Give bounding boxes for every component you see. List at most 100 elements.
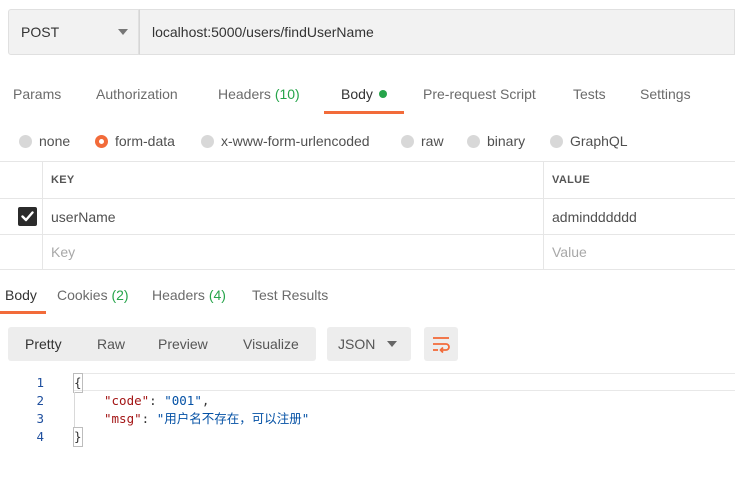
key-column-header: KEY [42, 162, 543, 198]
code-line-1: { [73, 373, 735, 393]
code-line-4: } [73, 427, 83, 447]
radio-circle [19, 134, 32, 148]
radio-binary[interactable]: binary [467, 128, 525, 154]
view-label: Raw [97, 336, 126, 352]
radio-x-www-form-urlencoded[interactable]: x-www-form-urlencoded [201, 128, 370, 154]
method-label: POST [21, 24, 60, 40]
table-row: userName admindddddd [0, 198, 735, 234]
tab-pre-request-script[interactable]: Pre-request Script [423, 74, 536, 114]
radio-label: none [39, 133, 71, 149]
response-tab-body[interactable]: Body [0, 276, 46, 314]
code-line-3: "msg": "用户名不存在，可以注册" [104, 411, 310, 426]
response-tabs: Body Cookies (2) Headers (4) Test Result… [0, 276, 735, 314]
key-cell[interactable]: userName [42, 199, 543, 234]
response-tab-test-results[interactable]: Test Results [252, 276, 328, 314]
form-data-table: KEY VALUE userName admindddddd Key Value [0, 161, 735, 270]
tab-label: Params [13, 86, 62, 102]
line-number: 3 [36, 411, 44, 426]
wrap-lines-button[interactable] [424, 327, 458, 361]
view-mode-segmented: Pretty Raw Preview Visualize [8, 327, 316, 361]
radio-label: binary [487, 133, 526, 149]
new-key-input[interactable]: Key [42, 235, 543, 269]
table-row-new: Key Value [0, 234, 735, 270]
view-visualize-button[interactable]: Visualize [243, 327, 299, 361]
json-string: "用户名不存在，可以注册" [156, 411, 310, 426]
radio-circle [467, 134, 480, 148]
key-placeholder: Key [51, 244, 76, 260]
table-header-row: KEY VALUE [0, 161, 735, 198]
url-input[interactable]: localhost:5000/users/findUserName [139, 9, 735, 55]
tab-label: Cookies [57, 287, 108, 303]
radio-label: raw [421, 133, 444, 149]
json-key: "code" [104, 393, 150, 408]
close-brace: } [73, 427, 83, 447]
tab-authorization[interactable]: Authorization [96, 74, 178, 114]
view-label: Pretty [25, 336, 62, 352]
radio-raw[interactable]: raw [401, 128, 444, 154]
radio-circle [201, 134, 214, 148]
radio-circle [401, 134, 414, 148]
checkmark-icon [21, 211, 34, 222]
chevron-down-icon [387, 341, 397, 347]
body-type-selector: none form-data x-www-form-urlencoded raw… [0, 128, 735, 154]
format-select[interactable]: JSON [327, 327, 411, 361]
tab-tests[interactable]: Tests [573, 74, 606, 114]
tab-label: Settings [640, 86, 691, 102]
key-text: userName [51, 208, 116, 225]
response-view-toolbar: Pretty Raw Preview Visualize JSON [8, 327, 468, 361]
value-cell[interactable]: admindddddd [543, 199, 735, 234]
indent-guide [74, 392, 75, 428]
view-label: Visualize [243, 336, 299, 352]
tab-headers[interactable]: Headers (10) [218, 74, 300, 114]
radio-circle [550, 134, 563, 148]
tab-label: Body [341, 86, 373, 102]
radio-label: GraphQL [570, 133, 628, 149]
method-select[interactable]: POST [8, 9, 139, 55]
code-line-2: "code": "001", [104, 393, 210, 408]
chevron-down-icon [118, 29, 128, 35]
view-pretty-button[interactable]: Pretty [25, 327, 62, 361]
tab-label: Body [5, 287, 37, 303]
row-enabled-checkbox[interactable] [18, 207, 37, 226]
tab-settings[interactable]: Settings [640, 74, 691, 114]
tab-label: Headers [152, 287, 205, 303]
value-placeholder: Value [552, 244, 587, 260]
view-preview-button[interactable]: Preview [158, 327, 208, 361]
tab-body[interactable]: Body [324, 74, 404, 114]
response-headers-count: (4) [208, 287, 226, 303]
tab-label: Pre-request Script [423, 86, 536, 102]
body-indicator-dot [378, 90, 387, 98]
url-text: localhost:5000/users/findUserName [152, 24, 374, 40]
radio-label: form-data [115, 133, 175, 149]
tab-label: Test Results [252, 287, 329, 303]
radio-none[interactable]: none [19, 128, 70, 154]
tab-label: Tests [573, 86, 606, 102]
tab-label: Authorization [96, 86, 178, 102]
open-brace: { [73, 373, 83, 393]
json-comma: , [201, 393, 210, 408]
request-url-bar: POST localhost:5000/users/findUserName [8, 9, 735, 55]
tab-params[interactable]: Params [13, 74, 61, 114]
radio-form-data[interactable]: form-data [95, 128, 175, 154]
format-label: JSON [338, 336, 376, 352]
radio-graphql[interactable]: GraphQL [550, 128, 628, 154]
request-tabs: Params Authorization Headers (10) Body P… [0, 74, 735, 114]
value-text: admindddddd [552, 208, 637, 225]
radio-circle-checked [95, 134, 108, 148]
json-key: "msg" [104, 411, 142, 426]
view-label: Preview [158, 336, 208, 352]
line-number: 2 [36, 393, 44, 408]
headers-count: (10) [274, 86, 300, 102]
response-tab-headers[interactable]: Headers (4) [152, 276, 226, 314]
line-number: 1 [36, 375, 44, 390]
value-column-header: VALUE [543, 162, 735, 198]
wrap-lines-icon [433, 337, 450, 353]
tab-label: Headers [218, 86, 271, 102]
cookies-count: (2) [111, 287, 129, 303]
response-tab-cookies[interactable]: Cookies (2) [57, 276, 129, 314]
radio-label: x-www-form-urlencoded [221, 133, 370, 149]
json-string: "001" [164, 393, 202, 408]
response-body-viewer[interactable]: 1 2 3 4 { "code": "001", "msg": "用户名不存在，… [0, 372, 735, 477]
new-value-input[interactable]: Value [543, 235, 735, 269]
view-raw-button[interactable]: Raw [97, 327, 125, 361]
